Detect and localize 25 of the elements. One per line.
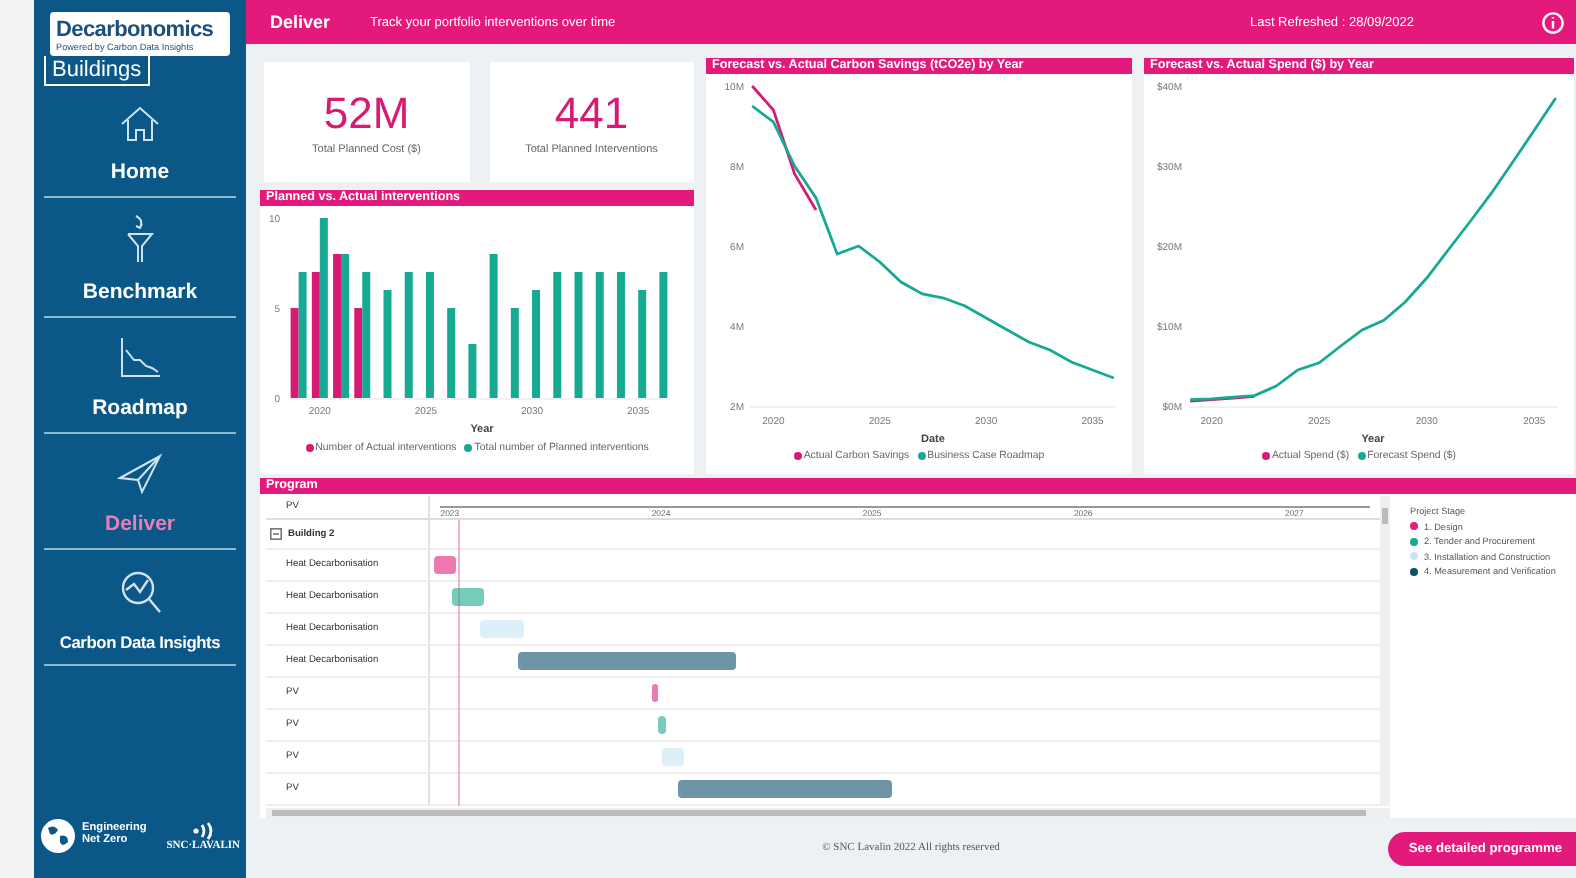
declining-chart-icon <box>116 334 164 382</box>
paper-plane-icon <box>116 450 164 498</box>
collapse-icon[interactable] <box>270 528 282 540</box>
house-icon <box>118 102 162 146</box>
nav-item[interactable]: Home <box>44 86 236 198</box>
legend-dot <box>793 452 802 460</box>
brand-name: Decarbonomics <box>56 18 216 42</box>
legend-dot <box>1357 452 1366 460</box>
magnifier-chart-icon <box>116 566 164 618</box>
info-icon[interactable] <box>1542 11 1564 33</box>
legend-dot <box>464 444 473 452</box>
horizontal-scrollbar[interactable] <box>266 808 1390 818</box>
legend-dot <box>1261 452 1270 460</box>
globe-logo-icon <box>40 818 76 854</box>
vertical-scrollbar[interactable] <box>1380 496 1390 806</box>
nav-item[interactable]: Roadmap <box>44 318 236 434</box>
kpi-value: 441 <box>554 88 629 140</box>
page-title: Deliver <box>270 12 331 32</box>
product-label: Buildings <box>44 56 150 86</box>
legend-dot <box>917 452 926 460</box>
nav-item[interactable]: Benchmark <box>44 198 236 318</box>
nav-item[interactable]: Carbon Data Insights <box>44 550 236 666</box>
legend-dot <box>305 444 314 452</box>
signal-logo-icon <box>191 821 216 839</box>
kpi-value: 52M <box>323 88 410 140</box>
